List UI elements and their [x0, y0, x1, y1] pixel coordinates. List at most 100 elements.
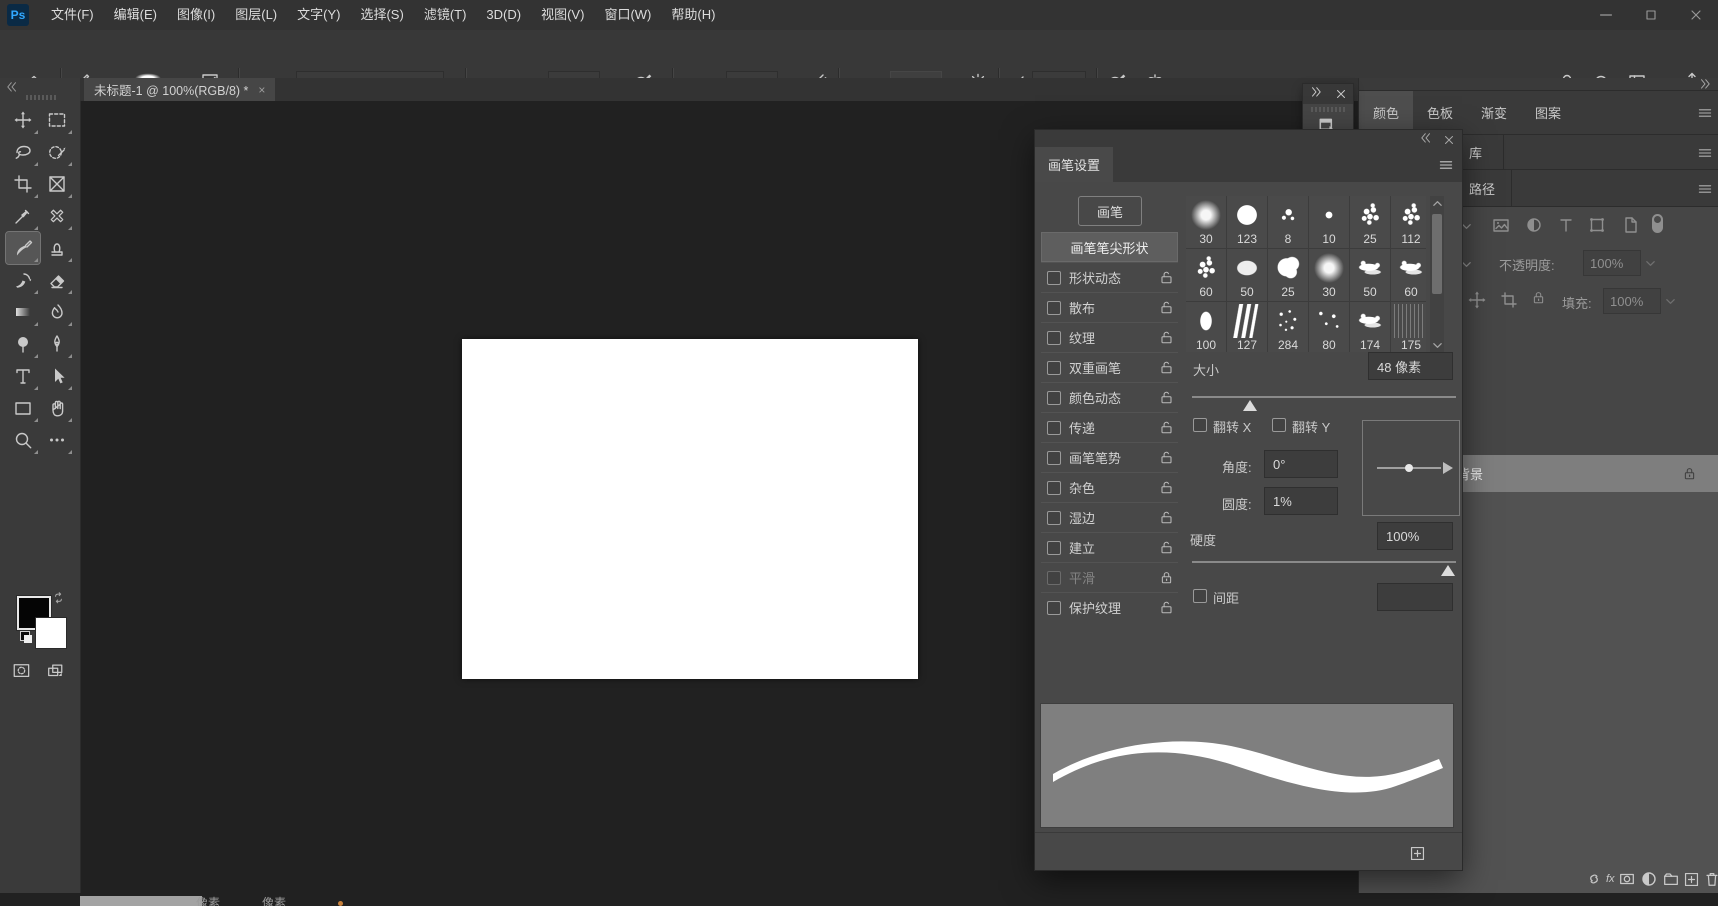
layer-mask-icon[interactable] — [1618, 869, 1636, 889]
brush-preset-12[interactable]: 100 — [1186, 302, 1226, 352]
menu-item-9[interactable]: 窗口(W) — [594, 0, 661, 30]
object-selection-tool[interactable] — [40, 136, 74, 168]
brush-preset-1[interactable]: 123 — [1227, 196, 1267, 248]
brush-preset-6[interactable]: 60 — [1186, 249, 1226, 301]
scroll-down-icon[interactable] — [1430, 338, 1444, 352]
filter-adjustment-layers-icon[interactable] — [1524, 215, 1544, 235]
option-checkbox[interactable] — [1047, 511, 1061, 525]
size-slider-track[interactable] — [1192, 396, 1456, 398]
option-row-11[interactable]: 保护纹理 — [1041, 592, 1178, 622]
default-colors-icon[interactable] — [20, 631, 33, 644]
brush-preset-17[interactable]: 175 — [1391, 302, 1426, 352]
brush-preset-0[interactable]: 30 — [1186, 196, 1226, 248]
close-panel-icon[interactable] — [1442, 133, 1456, 147]
lock-icon[interactable] — [1158, 390, 1174, 405]
lock-position-icon[interactable] — [1467, 290, 1487, 310]
option-checkbox[interactable] — [1047, 271, 1061, 285]
size-slider-thumb[interactable] — [1243, 400, 1257, 411]
panel-menu-icon[interactable] — [1438, 157, 1454, 173]
collapse-toolbar-icon[interactable] — [4, 82, 20, 96]
frame-tool[interactable] — [40, 168, 74, 200]
menu-item-3[interactable]: 图层(L) — [225, 0, 287, 30]
close-panel-icon[interactable] — [1334, 87, 1348, 101]
option-row-6[interactable]: 画笔笔势 — [1041, 442, 1178, 472]
tab-paths[interactable]: 路径 — [1469, 179, 1495, 198]
option-brush-tip-shape[interactable]: 画笔笔尖形状 — [1041, 232, 1178, 262]
hardness-slider-thumb[interactable] — [1441, 565, 1455, 576]
option-row-10[interactable]: 平滑 — [1041, 562, 1178, 592]
lock-icon[interactable] — [1158, 540, 1174, 555]
lock-icon[interactable] — [1158, 510, 1174, 525]
option-row-8[interactable]: 湿边 — [1041, 502, 1178, 532]
lock-icon[interactable] — [1158, 360, 1174, 375]
toolbar-drag-handle[interactable] — [26, 95, 56, 100]
preset-scrollbar[interactable] — [1430, 196, 1444, 352]
filter-smart-objects-icon[interactable] — [1620, 215, 1640, 235]
panel-menu-icon[interactable] — [1697, 181, 1713, 197]
lock-icon[interactable] — [1158, 270, 1174, 285]
filter-toggle-switch[interactable] — [1652, 214, 1663, 233]
option-row-4[interactable]: 颜色动态 — [1041, 382, 1178, 412]
smudge-tool[interactable] — [40, 296, 74, 328]
menu-item-2[interactable]: 图像(I) — [167, 0, 225, 30]
lock-icon[interactable] — [1158, 450, 1174, 465]
edit-toolbar[interactable] — [40, 424, 74, 456]
rectangle-tool[interactable] — [6, 392, 40, 424]
pen-tool[interactable] — [40, 328, 74, 360]
angle-field[interactable]: 0° — [1264, 450, 1338, 478]
brush-preset-10[interactable]: 50 — [1350, 249, 1390, 301]
document-canvas[interactable] — [462, 339, 918, 679]
close-button[interactable] — [1673, 0, 1718, 30]
type-tool[interactable] — [6, 360, 40, 392]
option-checkbox[interactable] — [1047, 361, 1061, 375]
layer-lock-icon[interactable] — [1682, 466, 1697, 481]
minimize-button[interactable] — [1583, 0, 1628, 30]
menu-item-5[interactable]: 选择(S) — [350, 0, 413, 30]
menu-item-10[interactable]: 帮助(H) — [661, 0, 725, 30]
brush-preset-14[interactable]: 284 — [1268, 302, 1308, 352]
brush-tool[interactable] — [6, 232, 40, 264]
link-layers-icon[interactable] — [1585, 869, 1603, 889]
tab-色板[interactable]: 色板 — [1413, 91, 1467, 134]
rectangular-marquee-tool[interactable] — [40, 104, 74, 136]
background-color-swatch[interactable] — [36, 618, 66, 648]
option-row-5[interactable]: 传递 — [1041, 412, 1178, 442]
layer-effects-icon[interactable]: fx — [1606, 869, 1615, 889]
gradient-tool[interactable] — [6, 296, 40, 328]
brush-preset-7[interactable]: 50 — [1227, 249, 1267, 301]
brush-tip-angle-preview[interactable] — [1362, 420, 1460, 516]
option-row-0[interactable]: 形状动态 — [1041, 262, 1178, 292]
scroll-up-icon[interactable] — [1430, 196, 1444, 210]
scrollbar-thumb[interactable] — [1432, 214, 1442, 294]
lock-all-icon[interactable] — [1531, 290, 1546, 305]
move-tool[interactable] — [6, 104, 40, 136]
menu-item-4[interactable]: 文字(Y) — [287, 0, 350, 30]
filter-shape-layers-icon[interactable] — [1587, 215, 1607, 235]
lock-icon[interactable] — [1158, 570, 1174, 585]
option-row-7[interactable]: 杂色 — [1041, 472, 1178, 502]
clone-stamp-tool[interactable] — [40, 232, 74, 264]
option-row-9[interactable]: 建立 — [1041, 532, 1178, 562]
lock-icon[interactable] — [1158, 300, 1174, 315]
lock-icon[interactable] — [1158, 600, 1174, 615]
tab-图案[interactable]: 图案 — [1521, 91, 1575, 134]
tab-颜色[interactable]: 颜色 — [1359, 91, 1413, 134]
option-checkbox[interactable] — [1047, 331, 1061, 345]
flip-x-checkbox[interactable] — [1193, 418, 1207, 432]
brush-preset-9[interactable]: 30 — [1309, 249, 1349, 301]
quick-mask-icon[interactable] — [10, 662, 32, 680]
option-checkbox[interactable] — [1047, 421, 1061, 435]
tab-渐变[interactable]: 渐变 — [1467, 91, 1521, 134]
eyedropper-tool[interactable] — [6, 200, 40, 232]
panel-menu-icon[interactable] — [1697, 105, 1713, 121]
tab-brush-settings[interactable]: 画笔设置 — [1035, 147, 1113, 182]
hardness-slider-track[interactable] — [1192, 561, 1456, 563]
option-row-3[interactable]: 双重画笔 — [1041, 352, 1178, 382]
brush-preset-8[interactable]: 25 — [1268, 249, 1308, 301]
panel-menu-icon[interactable] — [1697, 145, 1713, 161]
flip-y-checkbox[interactable] — [1272, 418, 1286, 432]
history-brush-tool[interactable] — [6, 264, 40, 296]
maximize-button[interactable] — [1628, 0, 1673, 30]
path-selection-tool[interactable] — [40, 360, 74, 392]
brush-preset-5[interactable]: 112 — [1391, 196, 1426, 248]
